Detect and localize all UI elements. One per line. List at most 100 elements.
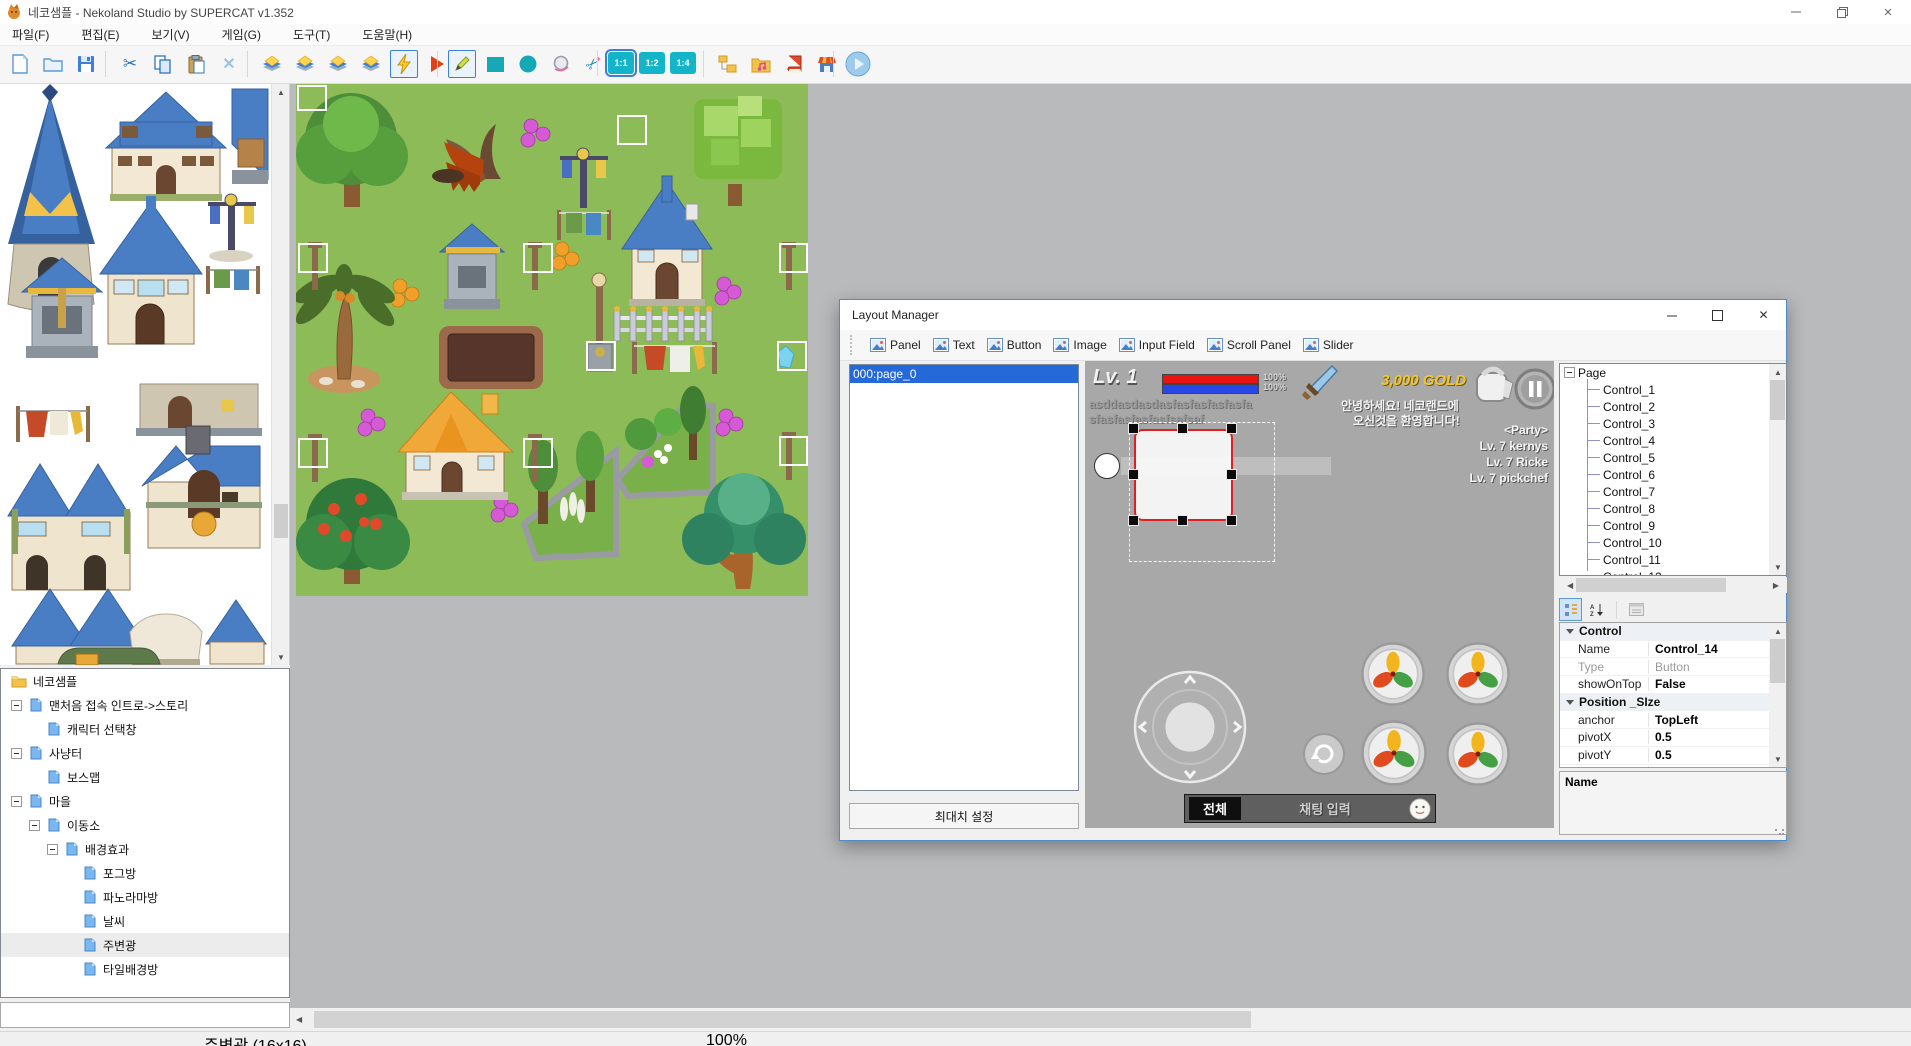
layer4-button[interactable] — [357, 50, 385, 78]
collapse-icon[interactable] — [11, 748, 22, 759]
layer3-button[interactable] — [324, 50, 352, 78]
collapse-icon[interactable] — [1564, 367, 1575, 378]
pause-button[interactable] — [1513, 367, 1554, 411]
tree-item-hunting-ground[interactable]: 사냥터 — [1, 741, 289, 765]
bag-icon[interactable] — [1471, 361, 1517, 405]
skill-button-3[interactable] — [1360, 719, 1428, 787]
add-slider-button[interactable]: Slider — [1303, 337, 1354, 353]
menu-edit[interactable]: 편집(E) — [69, 23, 131, 46]
rotate-button[interactable] — [1302, 732, 1346, 776]
delete-button[interactable]: ✕ — [215, 50, 243, 78]
add-image-button[interactable]: Image — [1053, 337, 1106, 353]
add-input-field-button[interactable]: Input Field — [1119, 337, 1195, 353]
resize-handle-bc[interactable] — [1178, 516, 1187, 525]
property-row-x[interactable]: x100 — [1560, 765, 1786, 769]
page-list-item[interactable]: 000:page_0 — [850, 365, 1078, 383]
menu-file[interactable]: 파일(F) — [0, 23, 61, 46]
property-grid-vscrollbar[interactable]: ▲ ▼ — [1769, 623, 1786, 767]
scroll-thumb[interactable] — [1770, 639, 1785, 683]
alphabetical-sort-button[interactable]: AZ — [1585, 598, 1608, 621]
new-file-button[interactable] — [6, 50, 34, 78]
tree-item-weather[interactable]: 날씨 — [1, 909, 289, 933]
add-button-button[interactable]: Button — [987, 337, 1042, 353]
map-canvas[interactable] — [296, 84, 808, 596]
collapse-icon[interactable] — [47, 844, 58, 855]
ui-preview-canvas[interactable]: Lv. 1 100% 100% 3,000 GOLD asddasdasdas — [1085, 361, 1554, 828]
property-row-showontop[interactable]: showOnTopFalse — [1560, 676, 1786, 694]
scroll-thumb[interactable] — [1576, 578, 1726, 592]
add-scroll-panel-button[interactable]: Scroll Panel — [1207, 337, 1291, 353]
skill-button-1[interactable] — [1360, 641, 1426, 707]
lasso-tool-button[interactable] — [547, 50, 575, 78]
tree-item-root[interactable]: 네코샘플 — [1, 669, 289, 693]
resize-handle-mr[interactable] — [1227, 470, 1236, 479]
property-category[interactable]: Position _SIze — [1560, 694, 1786, 712]
selected-control[interactable] — [1134, 429, 1233, 521]
tree-item-boss-map[interactable]: 보스맵 — [1, 765, 289, 789]
control-tree-item[interactable]: Control_2 — [1560, 398, 1786, 415]
hscroll-thumb[interactable] — [314, 1011, 1251, 1028]
resize-handle-tl[interactable] — [1129, 424, 1138, 433]
resize-handle-bl[interactable] — [1129, 516, 1138, 525]
tree-item-panorama-room[interactable]: 파노라마방 — [1, 885, 289, 909]
dialog-resize-grip[interactable] — [1774, 828, 1784, 838]
dialog-minimize-button[interactable] — [1649, 300, 1694, 330]
book-button[interactable] — [780, 50, 808, 78]
control-tree-item[interactable]: Control_1 — [1560, 381, 1786, 398]
max-setting-button[interactable]: 최대치 설정 — [849, 803, 1079, 829]
control-circle[interactable] — [1094, 453, 1120, 479]
paste-button[interactable] — [182, 50, 210, 78]
control-tree-vscrollbar[interactable]: ▲ ▼ — [1769, 364, 1786, 575]
control-tree-item[interactable]: Control_4 — [1560, 432, 1786, 449]
ellipse-tool-button[interactable] — [514, 50, 542, 78]
control-tree[interactable]: Page Control_1 Control_2 Control_3 Contr… — [1559, 363, 1787, 576]
resize-handle-ml[interactable] — [1129, 470, 1138, 479]
cut-button[interactable]: ✂ — [116, 50, 144, 78]
event-layer-button[interactable] — [390, 50, 418, 78]
control-tree-item[interactable]: Control_5 — [1560, 449, 1786, 466]
control-tree-item[interactable]: Control_7 — [1560, 483, 1786, 500]
scroll-left-icon[interactable]: ◀ — [290, 1015, 308, 1024]
tileset-scroll-thumb[interactable] — [274, 504, 288, 538]
menu-view[interactable]: 보기(V) — [139, 23, 201, 46]
property-row-anchor[interactable]: anchorTopLeft — [1560, 711, 1786, 729]
resize-handle-tc[interactable] — [1178, 424, 1187, 433]
pencil-tool-button[interactable] — [448, 50, 476, 78]
restore-button[interactable] — [1819, 0, 1865, 24]
control-tree-item[interactable]: Control_9 — [1560, 517, 1786, 534]
scroll-down-icon[interactable]: ▼ — [272, 649, 290, 665]
collapse-icon[interactable] — [11, 796, 22, 807]
categorized-view-button[interactable] — [1559, 598, 1582, 621]
property-row-pivoty[interactable]: pivotY0.5 — [1560, 747, 1786, 765]
property-grid[interactable]: Control NameControl_14 TypeButton showOn… — [1559, 622, 1787, 768]
chat-input[interactable]: 채팅 입력 — [1241, 799, 1409, 818]
zoom-1-4-button[interactable]: 1:4 — [670, 52, 696, 74]
rectangle-tool-button[interactable] — [481, 50, 509, 78]
layer2-button[interactable] — [291, 50, 319, 78]
close-button[interactable]: ✕ — [1865, 0, 1911, 24]
tree-item-fog-room[interactable]: 포그방 — [1, 861, 289, 885]
scroll-down-icon[interactable]: ▼ — [1769, 751, 1787, 767]
property-category[interactable]: Control — [1560, 623, 1786, 641]
resource-tree-button[interactable] — [714, 50, 742, 78]
tree-item-intro[interactable]: 맨처음 접속 인트로->스토리 — [1, 693, 289, 717]
add-text-button[interactable]: Text — [933, 337, 975, 353]
resize-handle-br[interactable] — [1227, 516, 1236, 525]
map-hscrollbar[interactable]: ◀ — [290, 1008, 1911, 1031]
scroll-up-icon[interactable]: ▲ — [1769, 364, 1787, 380]
scroll-thumb[interactable] — [1770, 380, 1785, 420]
virtual-joystick[interactable] — [1132, 669, 1248, 785]
control-tree-item[interactable]: Control_11 — [1560, 551, 1786, 568]
dialog-title-bar[interactable]: Layout Manager ✕ — [840, 300, 1786, 330]
scroll-up-icon[interactable]: ▲ — [1769, 623, 1787, 639]
skill-button-4[interactable] — [1445, 721, 1511, 787]
minimize-button[interactable] — [1773, 0, 1819, 24]
control-tree-item[interactable]: Control_8 — [1560, 500, 1786, 517]
tree-item-character-select[interactable]: 캐릭터 선택창 — [1, 717, 289, 741]
play-game-button[interactable] — [844, 50, 872, 78]
menu-game[interactable]: 게임(G) — [210, 23, 273, 46]
layer1-button[interactable] — [258, 50, 286, 78]
menu-help[interactable]: 도움말(H) — [350, 23, 424, 46]
scroll-right-icon[interactable]: ▶ — [1767, 581, 1785, 590]
dialog-close-button[interactable]: ✕ — [1741, 300, 1786, 330]
